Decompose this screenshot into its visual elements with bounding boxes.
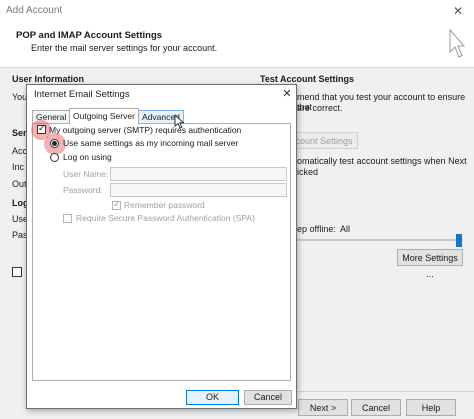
cut-label: Out	[12, 179, 27, 189]
check-icon: ✓	[38, 123, 46, 133]
page-subheading: Enter the mail server settings for your …	[31, 43, 218, 53]
user-information-heading: User Information	[12, 74, 85, 84]
outer-window-title: Add Account	[6, 5, 63, 16]
auto-test-line-2: icked	[297, 167, 319, 177]
outer-cancel-button[interactable]: Cancel	[351, 399, 401, 416]
test-description-line-2: are correct.	[297, 103, 343, 113]
radio-selected-dot	[52, 141, 57, 146]
internet-email-settings-dialog: Internet Email Settings ✕ General Outgoi…	[26, 84, 297, 409]
password-label: Password:	[63, 185, 103, 195]
dialog-close-icon[interactable]: ✕	[280, 87, 294, 100]
offline-slider-track[interactable]	[290, 239, 463, 241]
next-button[interactable]: Next >	[298, 399, 348, 416]
mouse-pointer-icon	[174, 114, 185, 129]
more-settings-button[interactable]: More Settings ...	[397, 249, 463, 279]
user-name-field[interactable]	[110, 167, 287, 181]
outer-title-bar: Add Account ✕	[0, 0, 474, 22]
test-account-settings-heading: Test Account Settings	[260, 74, 355, 84]
spa-checkbox[interactable]	[63, 214, 72, 223]
tab-outgoing-server[interactable]: Outgoing Server	[69, 108, 139, 124]
offline-slider-thumb[interactable]	[456, 234, 462, 247]
user-name-label: User Name:	[63, 169, 109, 179]
outer-header: POP and IMAP Account Settings Enter the …	[0, 22, 474, 68]
cut-label: Acc	[12, 146, 28, 156]
keep-offline-label: ep offline:	[297, 224, 336, 234]
help-button[interactable]: Help	[406, 399, 456, 416]
cut-label: Ser	[12, 128, 27, 138]
same-settings-radio[interactable]	[50, 139, 59, 148]
log-on-using-label: Log on using	[63, 152, 112, 162]
dialog-title: Internet Email Settings	[34, 89, 130, 100]
check-icon: ✓	[113, 199, 121, 209]
test-account-settings-button[interactable]: count Settings ...	[290, 132, 358, 162]
auto-test-line-1: omatically test account settings when Ne…	[297, 156, 467, 166]
outgoing-server-panel: ✓ My outgoing server (SMTP) requires aut…	[31, 120, 291, 381]
log-on-using-radio[interactable]	[50, 153, 59, 162]
outer-close-icon[interactable]: ✕	[449, 2, 467, 20]
smtp-auth-label: My outgoing server (SMTP) requires authe…	[49, 125, 242, 135]
same-settings-label: Use same settings as my incoming mail se…	[63, 138, 239, 148]
spa-label: Require Secure Password Authentication (…	[76, 213, 255, 223]
cut-label: You	[12, 92, 28, 102]
remember-password-checkbox[interactable]: ✓	[112, 199, 121, 210]
outer-checkbox[interactable]	[12, 267, 22, 277]
footer-divider	[290, 391, 474, 392]
password-field[interactable]	[110, 183, 287, 197]
remember-password-label: Remember password	[124, 200, 205, 210]
cut-label: Inc	[12, 162, 25, 172]
keep-offline-value: All	[340, 224, 351, 234]
page-heading: POP and IMAP Account Settings	[16, 30, 163, 41]
dialog-tabs: General Outgoing Server Advanced	[32, 108, 292, 124]
dialog-cancel-button[interactable]: Cancel	[244, 390, 292, 405]
pointer-cursor-icon	[449, 28, 466, 58]
smtp-auth-checkbox[interactable]: ✓	[37, 123, 46, 134]
dialog-ok-button[interactable]: OK	[186, 390, 239, 405]
